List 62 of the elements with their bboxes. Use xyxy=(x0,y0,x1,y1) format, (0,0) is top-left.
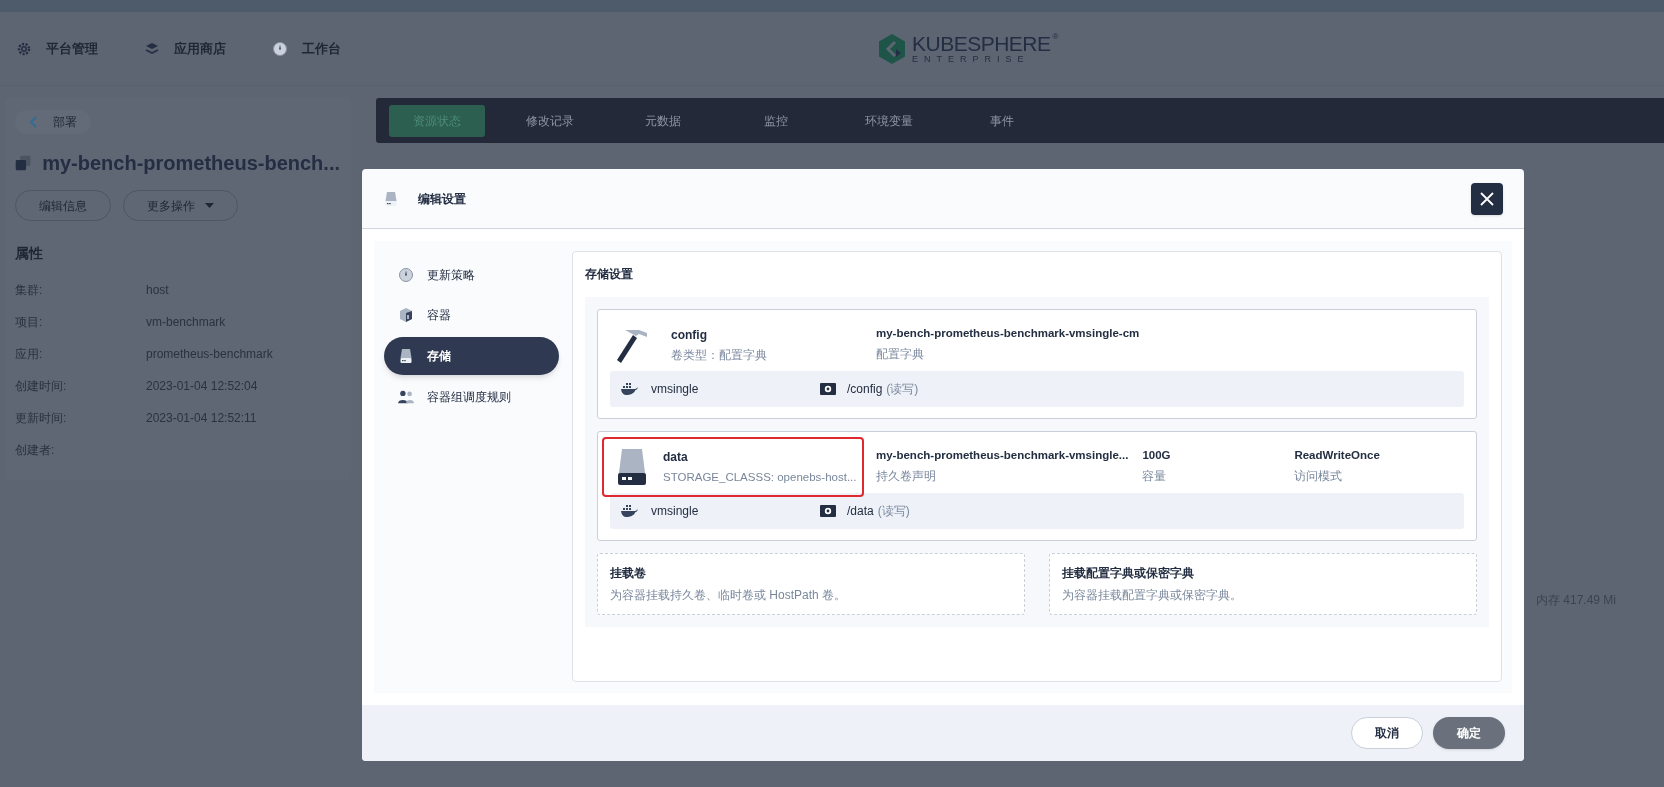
mount-path: /data xyxy=(847,503,874,520)
mount-mode: (读写) xyxy=(886,381,919,398)
add-mount-option[interactable]: 挂载配置字典或保密字典 为容器挂载配置字典或保密字典。 xyxy=(1049,553,1477,615)
cube-icon xyxy=(398,307,414,323)
volume-subtitle: STORAGE_CLASSS: openebs-host... xyxy=(663,469,857,485)
users-icon xyxy=(398,389,414,405)
confirm-button[interactable]: 确定 xyxy=(1433,717,1505,749)
whale-icon xyxy=(620,504,638,518)
step-item[interactable]: 存储 xyxy=(384,337,559,375)
back-button[interactable]: 部署 xyxy=(15,110,91,134)
close-button[interactable] xyxy=(1471,182,1503,215)
nav-link[interactable]: 应用商店 xyxy=(174,38,226,59)
disk-icon xyxy=(383,190,399,207)
close-icon xyxy=(1480,191,1494,206)
step-item[interactable]: 容器组调度规则 xyxy=(384,377,559,417)
container-name: vmsingle xyxy=(651,381,699,398)
disk-icon xyxy=(617,448,647,486)
tab[interactable]: 修改记录 xyxy=(502,104,598,137)
option-description: 为容器挂载配置字典或保密字典。 xyxy=(1062,587,1243,604)
layers-icon xyxy=(144,40,160,57)
section-title: 存储设置 xyxy=(585,266,634,283)
option-description: 为容器挂载持久卷、临时卷或 HostPath 卷。 xyxy=(610,587,848,604)
volume-label: 容量 xyxy=(1142,468,1168,486)
option-title: 挂载卷 xyxy=(610,565,647,582)
volume-name: config xyxy=(671,326,708,344)
volume-label: 持久卷声明 xyxy=(876,468,937,486)
back-icon xyxy=(29,116,39,128)
gauge-icon xyxy=(398,267,414,283)
mount-icon xyxy=(820,504,836,518)
step-item[interactable]: 更新策略 xyxy=(384,255,559,295)
add-mount-option[interactable]: 挂载卷 为容器挂载持久卷、临时卷或 HostPath 卷。 xyxy=(597,553,1025,615)
tab[interactable]: 监控 xyxy=(728,104,824,137)
volume-value: ReadWriteOnce xyxy=(1294,448,1381,463)
option-title: 挂载配置字典或保密字典 xyxy=(1062,565,1195,582)
disk-icon xyxy=(398,348,414,364)
volume-value: my-bench-prometheus-benchmark-vmsingle... xyxy=(876,448,1129,463)
step-item[interactable]: 容器 xyxy=(384,295,559,335)
volume-value: my-bench-prometheus-benchmark-vmsingle-cm xyxy=(876,326,1140,341)
dialog-title: 编辑设置 xyxy=(418,190,466,208)
volume-value: 100G xyxy=(1142,448,1172,463)
cancel-button[interactable]: 取消 xyxy=(1351,717,1423,749)
nav-link[interactable]: 工作台 xyxy=(302,38,341,59)
tab[interactable]: 事件 xyxy=(954,104,1050,137)
logo-wordmark: KUBESPHERE xyxy=(912,33,1051,55)
mount-path: /config xyxy=(847,381,883,398)
volume-name: data xyxy=(663,448,689,466)
registered-mark: ® xyxy=(1052,33,1059,41)
gauge-icon xyxy=(272,40,288,57)
container-name: vmsingle xyxy=(651,503,699,520)
volume-label: 配置字典 xyxy=(876,346,925,364)
settings-icon xyxy=(16,40,32,57)
tab[interactable]: 环境变量 xyxy=(841,104,937,137)
logo-icon xyxy=(878,32,906,65)
whale-icon xyxy=(620,382,638,396)
mount-mode: (读写) xyxy=(877,503,910,520)
mount-icon xyxy=(820,382,836,396)
section-heading: 属性 xyxy=(15,244,44,263)
volume-label: 访问模式 xyxy=(1294,468,1344,486)
deployment-title: my-bench-prometheus-bench... xyxy=(42,151,340,176)
tab[interactable]: 元数据 xyxy=(615,104,711,137)
volume-subtitle: 卷类型：配置字典 xyxy=(671,347,767,363)
nav-link[interactable]: 平台管理 xyxy=(46,38,98,59)
